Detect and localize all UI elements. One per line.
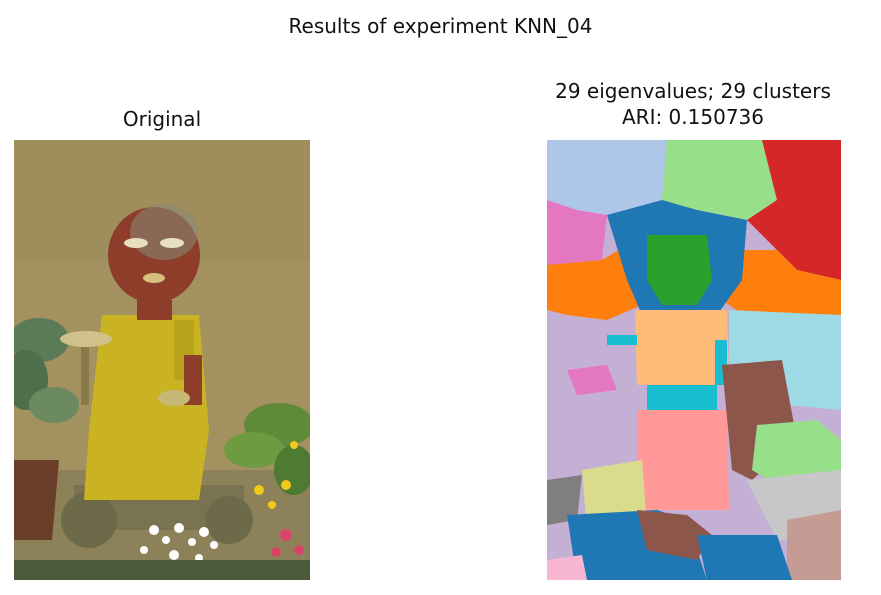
segmentation-panel-title: 29 eigenvalues; 29 clusters ARI: 0.15073…	[480, 78, 881, 130]
segmentation-image	[547, 140, 841, 580]
original-image	[14, 140, 310, 580]
segmentation-title-line2: ARI: 0.150736	[621, 105, 764, 129]
segmentation-title-line1: 29 eigenvalues; 29 clusters	[555, 79, 831, 103]
original-panel-title: Original	[122, 107, 202, 131]
figure-suptitle: Results of experiment KNN_04	[288, 14, 593, 38]
